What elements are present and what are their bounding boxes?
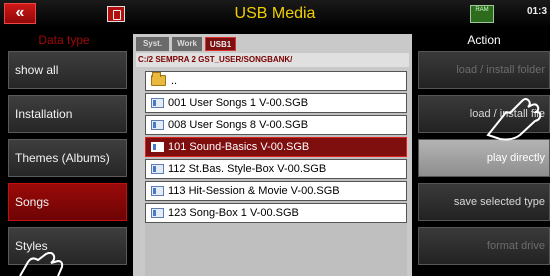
action-heading: Action [467,33,501,47]
song-file-icon [151,208,164,218]
data-type-themes[interactable]: Themes (Albums) [8,139,127,177]
file-list[interactable]: .. 001 User Songs 1 V-00.SGB 008 User So… [145,71,407,276]
song-file-icon [151,164,164,174]
clock: 01:3 [527,6,548,17]
file-label: 001 User Songs 1 V-00.SGB [168,97,309,109]
file-label: 123 Song-Box 1 V-00.SGB [168,207,299,219]
data-type-songs[interactable]: Songs [8,183,127,221]
song-file-icon [151,120,164,130]
page-title: USB Media [234,5,316,22]
tab-work[interactable]: Work [172,37,202,51]
load-install-folder-button[interactable]: load / install folder [418,51,550,89]
current-path: C:/2 SEMPRA 2 GST_USER/SONGBANK/ [136,53,409,67]
title-bar: « USB Media RAM 01:3 [0,0,550,28]
format-drive-button[interactable]: format drive [418,227,550,265]
file-browser: Syst. Work USB1 C:/2 SEMPRA 2 GST_USER/S… [133,34,412,276]
file-item[interactable]: 008 User Songs 8 V-00.SGB [145,115,407,135]
song-file-icon [151,98,164,108]
back-button[interactable]: « [4,3,36,24]
hand-cursor-icon [486,98,542,141]
data-type-installation[interactable]: Installation [8,95,127,133]
memory-chip-icon: RAM [470,5,494,23]
usb-disk-icon [107,6,125,22]
folder-icon [151,72,166,86]
file-label: 112 St.Bas. Style-Box V-00.SGB [168,163,327,175]
data-type-heading: Data type [38,33,90,47]
parent-folder-label: .. [171,75,178,87]
file-item-selected[interactable]: 101 Sound-Basics V-00.SGB [145,137,407,157]
song-file-icon [151,186,164,196]
file-item[interactable]: 001 User Songs 1 V-00.SGB [145,93,407,113]
file-item[interactable]: 112 St.Bas. Style-Box V-00.SGB [145,159,407,179]
save-selected-type-button[interactable]: save selected type [418,183,550,221]
file-label: 101 Sound-Basics V-00.SGB [168,141,310,153]
file-label: 113 Hit-Session & Movie V-00.SGB [168,185,340,197]
parent-folder-item[interactable]: .. [145,71,407,91]
hand-cursor-icon [19,252,64,276]
file-label: 008 User Songs 8 V-00.SGB [168,119,309,131]
tab-usb1[interactable]: USB1 [205,37,236,51]
file-item[interactable]: 113 Hit-Session & Movie V-00.SGB [145,181,407,201]
tab-syst[interactable]: Syst. [136,37,169,51]
data-type-show-all[interactable]: show all [8,51,127,89]
play-directly-button[interactable]: play directly [418,139,550,177]
song-file-icon [151,142,164,152]
file-item[interactable]: 123 Song-Box 1 V-00.SGB [145,203,407,223]
